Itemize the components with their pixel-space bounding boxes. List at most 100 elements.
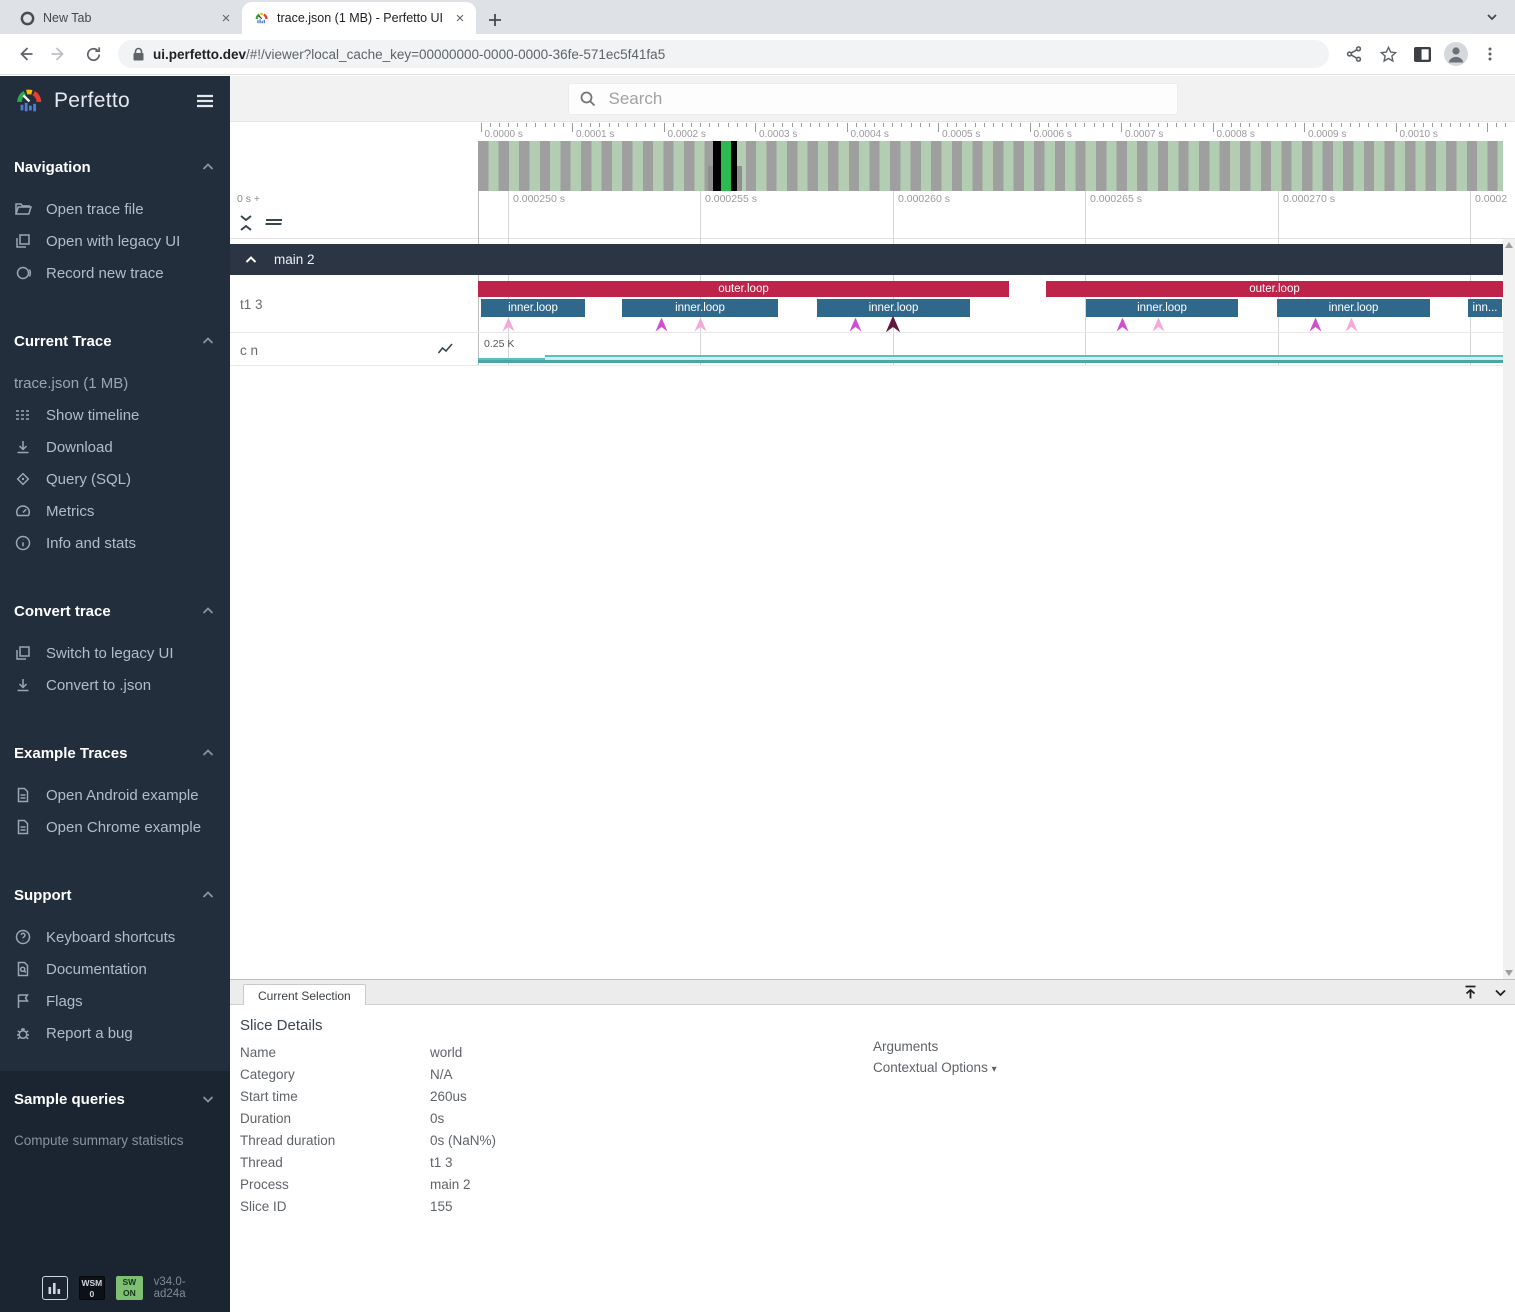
- collapse-panel-chevron-icon[interactable]: [1492, 984, 1509, 1001]
- sidebar-item-open-trace-file[interactable]: Open trace file: [0, 193, 230, 225]
- section-header-support[interactable]: Support: [0, 885, 230, 905]
- arguments-title: Arguments: [873, 1039, 938, 1054]
- detail-label: Category: [240, 1067, 430, 1082]
- slice-inner-loop[interactable]: inner.loop: [481, 299, 585, 317]
- ruler-tick: [1469, 123, 1470, 127]
- sidebar-item-label: Documentation: [46, 961, 147, 978]
- time-offset-label: 0 s +: [237, 193, 260, 205]
- instant-marker-selected[interactable]: [885, 315, 901, 333]
- contextual-options-dropdown[interactable]: Contextual Options ▾: [873, 1060, 997, 1075]
- tab-close-icon[interactable]: ×: [218, 10, 234, 27]
- ruler-time-label: 0.0004 s: [851, 129, 889, 140]
- sidebar-item-compute-summary-statistics[interactable]: Compute summary statistics: [0, 1125, 230, 1148]
- share-icon[interactable]: [1339, 39, 1369, 69]
- hamburger-menu-icon[interactable]: [194, 90, 216, 112]
- instant-marker-magenta[interactable]: [655, 317, 668, 332]
- section-header-sample-queries[interactable]: Sample queries: [0, 1089, 230, 1109]
- detail-value: world: [430, 1045, 462, 1060]
- instant-marker-pink[interactable]: [1152, 317, 1165, 332]
- sidebar-item-show-timeline[interactable]: Show timeline: [0, 399, 230, 431]
- ruler-tick: [883, 123, 884, 127]
- sidebar-item-open-chrome-example[interactable]: Open Chrome example: [0, 811, 230, 843]
- viewport-time-label: 0.000255 s: [705, 193, 757, 205]
- slice-outer-loop[interactable]: outer.loop: [1046, 281, 1503, 297]
- sidebar-item-flags[interactable]: Flags: [0, 985, 230, 1017]
- track-filter-icon[interactable]: [264, 213, 286, 233]
- sidebar-item-switch-to-legacy-ui[interactable]: Switch to legacy UI: [0, 637, 230, 669]
- detail-label: Thread: [240, 1155, 430, 1170]
- slice-inner-loop[interactable]: inner.loop: [622, 299, 778, 317]
- browser-tab-perfetto[interactable]: trace.json (1 MB) - Perfetto UI ×: [242, 2, 476, 34]
- sidebar-item-download[interactable]: Download: [0, 431, 230, 463]
- new-tab-button[interactable]: [486, 11, 504, 29]
- process-group-header[interactable]: main 2: [230, 244, 1503, 275]
- sidebar-item-convert-to-json[interactable]: Convert to .json: [0, 669, 230, 701]
- section-header-current-trace[interactable]: Current Trace: [0, 331, 230, 351]
- detail-value: 260us: [430, 1089, 467, 1104]
- sidebar-footer: WSM0 SWON v34.0-ad24a: [0, 1270, 230, 1312]
- sidebar-item-record-new-trace[interactable]: Record new trace: [0, 257, 230, 289]
- chevron-down-icon: [200, 1091, 216, 1107]
- section-header-example-traces[interactable]: Example Traces: [0, 743, 230, 763]
- sidebar-item-metrics[interactable]: Metrics: [0, 495, 230, 527]
- sidebar-item-open-with-legacy-ui[interactable]: Open with legacy UI: [0, 225, 230, 257]
- ruler-tick: [792, 123, 793, 127]
- ruler-tick: [1158, 123, 1159, 127]
- ruler-tick: [911, 123, 912, 127]
- tab-current-selection[interactable]: Current Selection: [243, 984, 366, 1007]
- search-box[interactable]: [568, 83, 1178, 115]
- instant-marker-magenta[interactable]: [849, 317, 862, 332]
- timeline-vertical-scrollbar[interactable]: [1503, 239, 1515, 979]
- bookmark-star-icon[interactable]: [1373, 39, 1403, 69]
- instant-marker-magenta[interactable]: [1309, 317, 1322, 332]
- slice-inner-loop[interactable]: inn...: [1468, 299, 1502, 317]
- profile-avatar[interactable]: [1441, 39, 1471, 69]
- ruler-tick: [1103, 123, 1104, 127]
- sidebar-item-label: Open with legacy UI: [46, 233, 180, 250]
- url-bar[interactable]: ui.perfetto.dev/#!/viewer?local_cache_ke…: [118, 40, 1329, 68]
- main-area: 0.0000 s0.0001 s0.0002 s0.0003 s0.0004 s…: [230, 76, 1515, 1312]
- sidebar-item-open-android-example[interactable]: Open Android example: [0, 779, 230, 811]
- dock-to-top-icon[interactable]: [1462, 984, 1479, 1001]
- forward-button[interactable]: [44, 39, 74, 69]
- slice-inner-loop[interactable]: inner.loop: [1277, 299, 1430, 317]
- sidebar-item-query-sql[interactable]: Query (SQL): [0, 463, 230, 495]
- perf-stats-icon[interactable]: [42, 1276, 68, 1300]
- sidebar-item-report-a-bug[interactable]: Report a bug: [0, 1017, 230, 1049]
- ruler-tick: [627, 123, 628, 127]
- ruler-tick: [1112, 123, 1113, 127]
- sidebar-item-keyboard-shortcuts[interactable]: Keyboard shortcuts: [0, 921, 230, 953]
- sidebar-item-info-and-stats[interactable]: Info and stats: [0, 527, 230, 559]
- browser-tab-newtab[interactable]: New Tab ×: [8, 2, 242, 34]
- section-title: Navigation: [14, 159, 91, 176]
- sidebar-item-label: Info and stats: [46, 535, 136, 552]
- minimap-viewport[interactable]: [721, 141, 731, 191]
- slice-outer-loop[interactable]: outer.loop: [478, 281, 1009, 297]
- section-header-navigation[interactable]: Navigation: [0, 157, 230, 177]
- instant-marker-magenta[interactable]: [1116, 317, 1129, 332]
- info-icon: [14, 534, 32, 552]
- trace-overview-minimap[interactable]: [478, 141, 1503, 191]
- ruler-tick: [535, 123, 536, 127]
- tab-list-chevron-icon[interactable]: [1485, 10, 1499, 24]
- search-input[interactable]: [609, 89, 1167, 109]
- back-button[interactable]: [10, 39, 40, 69]
- sidebar-item-label: Show timeline: [46, 407, 139, 424]
- ruler-time-label: 0.0006 s: [1034, 129, 1072, 140]
- instant-marker-pink[interactable]: [694, 317, 707, 332]
- browser-menu-kebab-icon[interactable]: [1475, 39, 1505, 69]
- slice-inner-loop[interactable]: inner.loop: [1086, 299, 1238, 317]
- tab-close-icon[interactable]: ×: [452, 10, 468, 27]
- collapse-tracks-icon[interactable]: [237, 213, 255, 233]
- side-panel-icon[interactable]: [1407, 39, 1437, 69]
- section-title: Example Traces: [14, 745, 127, 762]
- browser-toolbar: ui.perfetto.dev/#!/viewer?local_cache_ke…: [0, 34, 1515, 75]
- sidebar-item-documentation[interactable]: Documentation: [0, 953, 230, 985]
- reload-button[interactable]: [78, 39, 108, 69]
- ruler-time-label: 0.0009 s: [1308, 129, 1346, 140]
- brand-title: Perfetto: [54, 89, 130, 113]
- section-header-convert-trace[interactable]: Convert trace: [0, 601, 230, 621]
- instant-marker-pink[interactable]: [1345, 317, 1358, 332]
- instant-marker-pink[interactable]: [502, 317, 515, 332]
- ruler-tick: [1185, 123, 1186, 127]
